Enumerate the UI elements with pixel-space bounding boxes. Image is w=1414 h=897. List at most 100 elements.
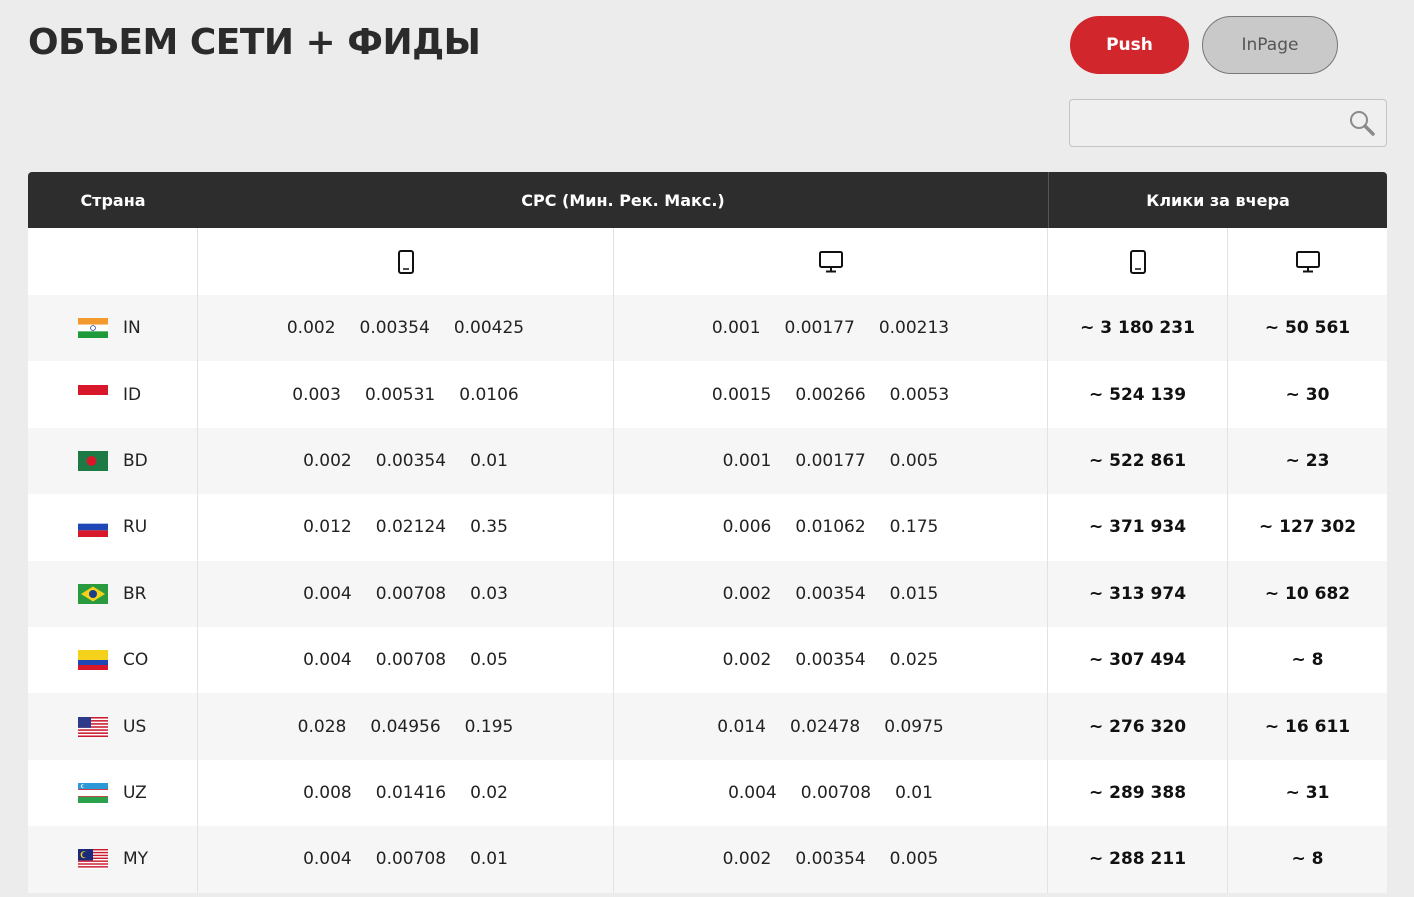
mobile-icon — [1048, 228, 1228, 295]
clicks-mobile-value: ~ 288 211 — [1088, 849, 1187, 870]
clicks-desktop-cell: ~ 30 — [1228, 361, 1387, 427]
cpc-mobile-cell: 0.003 0.00531 0.0106 — [198, 361, 614, 428]
clicks-mobile-cell: ~ 313 974 — [1048, 560, 1228, 627]
clicks-desktop-value: ~ 30 — [1285, 384, 1330, 405]
desktop-icon — [614, 228, 1048, 295]
cpc-value: 0.00213 — [878, 318, 950, 339]
table-row: US 0.028 0.04956 0.195 0.014 0.02478 0.0975 … — [28, 693, 1387, 760]
bangladesh-flag-icon — [78, 450, 108, 471]
search-box — [1069, 99, 1387, 147]
tab-push[interactable]: Push — [1070, 16, 1189, 74]
cpc-desktop-cell: 0.014 0.02478 0.0975 — [614, 693, 1048, 760]
cpc-value: 0.01 — [470, 849, 508, 870]
cpc-value: 0.002 — [722, 650, 772, 671]
clicks-mobile-value: ~ 276 320 — [1088, 716, 1187, 737]
cpc-value: 0.00425 — [453, 318, 525, 339]
cpc-value: 0.0975 — [884, 716, 944, 737]
cpc-desktop-cell: 0.002 0.00354 0.015 — [614, 560, 1048, 627]
cpc-value: 0.03 — [470, 583, 508, 604]
cpc-mobile-cell: 0.002 0.00354 0.01 — [198, 427, 614, 495]
table-body: IN 0.002 0.00354 0.00425 0.001 0.00177 0.002… — [28, 295, 1387, 893]
country-code: MY — [123, 849, 149, 870]
country-cell: CO — [28, 626, 198, 694]
cpc-mobile-cell: 0.002 0.00354 0.00425 — [198, 295, 614, 362]
search-icon[interactable] — [1348, 109, 1376, 137]
cpc-value: 0.00354 — [795, 583, 866, 604]
clicks-desktop-value: ~ 8 — [1291, 849, 1324, 870]
indonesia-flag-icon — [78, 384, 108, 405]
cpc-value: 0.00354 — [359, 318, 430, 339]
clicks-desktop-cell: ~ 8 — [1228, 627, 1387, 693]
brazil-flag-icon — [78, 583, 108, 604]
cpc-value: 0.00708 — [375, 650, 447, 671]
cpc-value: 0.02478 — [789, 716, 861, 737]
clicks-desktop-value: ~ 50 561 — [1264, 318, 1351, 339]
country-cell: ID — [28, 361, 198, 428]
india-flag-icon — [78, 318, 108, 339]
cpc-value: 0.175 — [889, 517, 939, 538]
clicks-mobile-value: ~ 313 974 — [1088, 583, 1187, 604]
tab-inpage[interactable]: InPage — [1202, 16, 1338, 74]
cpc-value: 0.001 — [711, 318, 761, 339]
cpc-value: 0.004 — [728, 782, 777, 803]
country-code: CO — [123, 650, 149, 671]
cpc-value: 0.05 — [470, 650, 508, 671]
cpc-value: 0.04956 — [370, 716, 441, 737]
cpc-desktop-cell: 0.001 0.00177 0.005 — [614, 427, 1048, 495]
clicks-mobile-cell: ~ 276 320 — [1048, 693, 1228, 760]
country-cell: US — [28, 693, 198, 760]
cpc-value: 0.002 — [286, 318, 336, 339]
clicks-mobile-value: ~ 289 388 — [1088, 782, 1187, 803]
clicks-desktop-value: ~ 10 682 — [1264, 583, 1351, 604]
cpc-value: 0.014 — [717, 716, 766, 737]
table-header: Страна CPC (Мин. Рек. Макс.) Клики за вч… — [28, 172, 1387, 228]
country-cell: UZ — [28, 759, 198, 827]
cpc-value: 0.015 — [889, 583, 939, 604]
country-cell: RU — [28, 494, 198, 561]
cpc-value: 0.002 — [303, 450, 352, 471]
cpc-value: 0.00177 — [795, 450, 866, 471]
header-country: Страна — [80, 190, 146, 210]
malaysia-flag-icon — [78, 849, 108, 870]
table-row: ID 0.003 0.00531 0.0106 0.0015 0.00266 0.005… — [28, 361, 1387, 428]
cpc-value: 0.01062 — [795, 517, 866, 538]
desktop-icon — [1228, 228, 1387, 295]
header-cpc: CPC (Мин. Рек. Макс.) — [521, 190, 725, 210]
cpc-mobile-cell: 0.004 0.00708 0.05 — [198, 626, 614, 694]
mobile-icon — [198, 228, 614, 295]
cpc-desktop-cell: 0.002 0.00354 0.025 — [614, 626, 1048, 694]
table-row: UZ 0.008 0.01416 0.02 0.004 0.00708 0.01 ~ 2… — [28, 759, 1387, 827]
clicks-desktop-cell: ~ 16 611 — [1228, 693, 1387, 759]
clicks-mobile-value: ~ 522 861 — [1088, 450, 1187, 471]
clicks-desktop-cell: ~ 31 — [1228, 760, 1387, 826]
cpc-value: 0.002 — [722, 583, 772, 604]
clicks-mobile-cell: ~ 289 388 — [1048, 759, 1228, 827]
clicks-desktop-cell: ~ 127 302 — [1228, 494, 1387, 560]
cpc-value: 0.00266 — [795, 384, 866, 405]
country-code: US — [123, 716, 147, 737]
table-row: BR 0.004 0.00708 0.03 0.002 0.00354 0.015 ~ … — [28, 560, 1387, 627]
cpc-mobile-cell: 0.004 0.00708 0.01 — [198, 826, 614, 893]
cpc-value: 0.00708 — [375, 849, 447, 870]
cpc-value: 0.003 — [292, 384, 341, 405]
clicks-desktop-value: ~ 8 — [1291, 650, 1324, 671]
clicks-desktop-cell: ~ 23 — [1228, 428, 1387, 494]
clicks-mobile-value: ~ 307 494 — [1088, 650, 1187, 671]
search-input[interactable] — [1070, 100, 1340, 146]
table-row: RU 0.012 0.02124 0.35 0.006 0.01062 0.175 ~ … — [28, 494, 1387, 561]
cpc-value: 0.0106 — [459, 384, 519, 405]
colombia-flag-icon — [78, 650, 108, 671]
clicks-mobile-cell: ~ 524 139 — [1048, 361, 1228, 428]
clicks-mobile-cell: ~ 288 211 — [1048, 826, 1228, 893]
country-code: UZ — [123, 782, 147, 803]
cpc-mobile-cell: 0.004 0.00708 0.03 — [198, 560, 614, 627]
cpc-value: 0.01 — [895, 782, 933, 803]
table-row: MY 0.004 0.00708 0.01 0.002 0.00354 0.005 ~ … — [28, 826, 1387, 893]
country-cell: BD — [28, 427, 198, 495]
cpc-desktop-cell: 0.0015 0.00266 0.0053 — [614, 361, 1048, 428]
cpc-value: 0.00708 — [800, 782, 872, 803]
country-code: IN — [123, 318, 141, 339]
country-code: BD — [123, 450, 148, 471]
network-volume-table: Страна CPC (Мин. Рек. Макс.) Клики за вч… — [28, 172, 1387, 893]
clicks-mobile-value: ~ 524 139 — [1088, 384, 1187, 405]
